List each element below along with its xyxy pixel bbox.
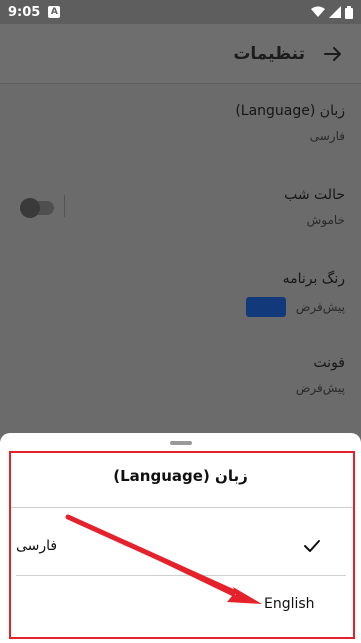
option-label: فارسی — [16, 538, 58, 554]
night-mode-switch[interactable] — [20, 198, 54, 218]
option-divider — [16, 575, 346, 576]
status-time: 9:05 — [8, 4, 41, 20]
drag-handle[interactable] — [170, 441, 192, 445]
arrow-right-icon — [324, 46, 341, 61]
back-button[interactable] — [321, 42, 345, 66]
option-english[interactable]: English — [16, 584, 346, 624]
setting-app-color[interactable]: رنگ برنامه پیش‌فرض — [0, 253, 361, 337]
setting-title: حالت شب — [284, 187, 345, 203]
setting-value: فارسی — [309, 129, 345, 143]
setting-language[interactable]: زبان (Language) فارسی — [0, 85, 361, 169]
settings-list: زبان (Language) فارسی حالت شب خاموش رنگ … — [0, 85, 361, 421]
page-title: تنظیمات — [233, 43, 305, 64]
setting-value: خاموش — [306, 213, 345, 227]
setting-font[interactable]: فونت پیش‌فرض — [0, 337, 361, 421]
color-row: پیش‌فرض — [16, 297, 345, 317]
status-icons — [311, 5, 353, 19]
app-bar: تنظیمات — [0, 24, 361, 84]
notification-icon: A — [48, 6, 61, 18]
setting-title: فونت — [313, 355, 345, 371]
setting-value: پیش‌فرض — [295, 381, 345, 395]
setting-title: رنگ برنامه — [282, 271, 345, 287]
setting-title: زبان (Language) — [235, 103, 345, 119]
option-farsi[interactable]: فارسی — [16, 526, 346, 566]
status-bar: 9:05 A — [0, 0, 361, 24]
battery-icon — [345, 5, 353, 19]
switch-knob — [20, 198, 40, 218]
color-swatch — [245, 297, 286, 317]
setting-night-mode[interactable]: حالت شب خاموش — [0, 169, 361, 253]
sheet-divider — [11, 507, 353, 508]
language-bottom-sheet: زبان (Language) فارسی English — [0, 433, 361, 643]
wifi-icon — [311, 6, 325, 17]
divider — [64, 195, 65, 217]
check-icon — [304, 540, 320, 552]
signal-icon — [329, 6, 341, 18]
sheet-title: زبان (Language) — [113, 467, 248, 485]
setting-value: پیش‌فرض — [295, 300, 345, 314]
option-label: English — [264, 596, 315, 612]
